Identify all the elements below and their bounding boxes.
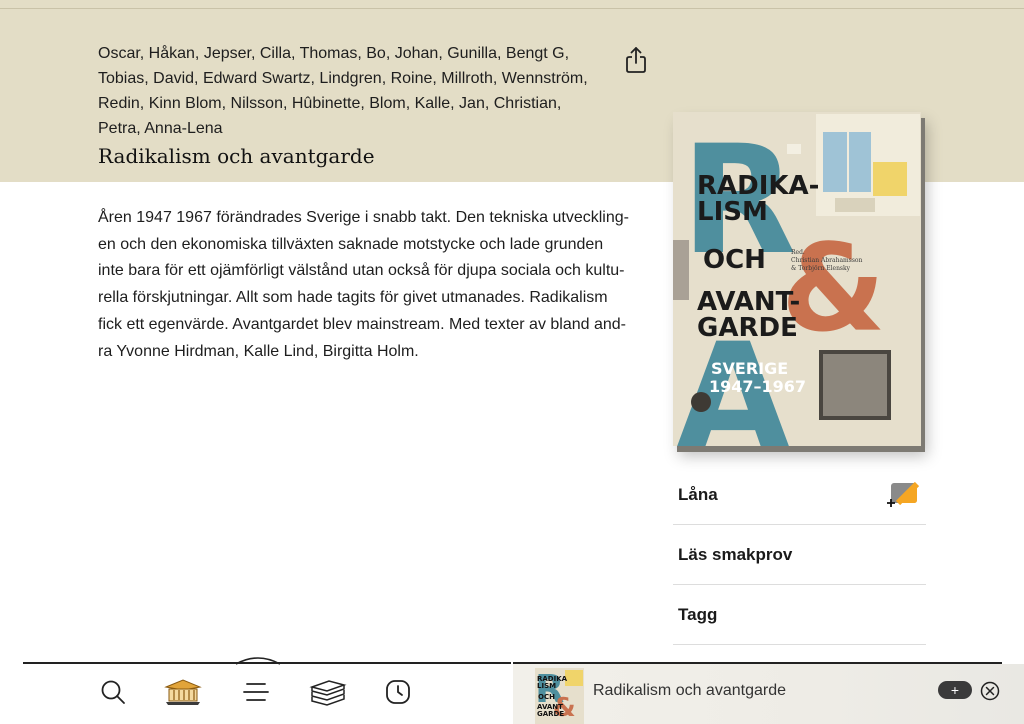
close-icon (980, 681, 1000, 701)
cover-title-line: LISM (697, 197, 768, 227)
description-line: ra Yvonne Hirdman, Kalle Lind, Birgitta … (98, 342, 419, 360)
mini-cover-line: LISM (537, 682, 556, 690)
search-icon (101, 680, 125, 704)
books-icon (309, 680, 347, 706)
description-line: inte bara för ett ojämförligt välstånd u… (98, 262, 625, 280)
mini-player-cover: R & RADIKA LISM OCH AVANT GARDE (535, 668, 584, 724)
cover-artwork: R & A RADIKA- LISM OCH AVANT- GARDE SVER… (673, 112, 921, 446)
tab-menu[interactable] (236, 672, 276, 712)
read-sample-button[interactable]: Läs smakprov (673, 525, 926, 585)
authors-line: Petra, Anna-Lena (98, 120, 223, 137)
cover-subtitle-line: SVERIGE (711, 359, 788, 378)
tab-library[interactable] (163, 672, 203, 712)
tag-label: Tagg (678, 604, 718, 624)
menu-icon (243, 683, 269, 701)
mini-player-title: Radikalism och avantgarde (593, 682, 786, 699)
authors-line: Tobias, David, Edward Swartz, Lindgren, … (98, 70, 588, 87)
mini-cover-line: OCH (538, 693, 555, 701)
header-top-divider (0, 8, 1024, 9)
cover-editors-line: Red. (791, 249, 805, 256)
tab-history[interactable] (378, 672, 418, 712)
tag-button[interactable]: Tagg (673, 585, 926, 645)
cover-title-line: GARDE (697, 313, 798, 343)
share-button[interactable] (624, 46, 648, 74)
mini-player[interactable]: R & RADIKA LISM OCH AVANT GARDE Radikali… (513, 664, 1024, 724)
description-line: Åren 1947 1967 förändrades Sverige i sna… (98, 209, 629, 226)
library-icon (164, 679, 202, 705)
borrow-icon (886, 481, 920, 509)
read-sample-label: Läs smakprov (678, 544, 793, 564)
tab-books[interactable] (308, 672, 348, 712)
tab-search[interactable] (93, 672, 133, 712)
book-title: Radikalism och avantgarde (98, 144, 375, 168)
description-line: fick ett egenvärde. Avantgardet blev mai… (98, 315, 626, 333)
cover-title-line: OCH (703, 245, 766, 275)
add-button[interactable]: + (938, 681, 972, 699)
book-cover[interactable]: R & A RADIKA- LISM OCH AVANT- GARDE SVER… (673, 112, 921, 446)
action-list: Låna Läs smakprov Tagg (673, 466, 926, 645)
cover-subtitle-line: 1947–1967 (709, 377, 806, 396)
borrow-button[interactable]: Låna (673, 466, 926, 525)
share-icon (626, 47, 646, 73)
authors-list: Oscar, Håkan, Jepser, Cilla, Thomas, Bo,… (98, 41, 618, 141)
book-description: Åren 1947 1967 förändrades Sverige i sna… (98, 205, 653, 365)
description-line: en och den ekonomiska tillväxten saknade… (98, 235, 604, 253)
authors-line: Oscar, Håkan, Jepser, Cilla, Thomas, Bo,… (98, 45, 570, 62)
history-icon (386, 680, 410, 704)
authors-line: Redin, Kinn Blom, Nilsson, Hûbinette, Bl… (98, 95, 562, 112)
borrow-label: Låna (678, 485, 718, 504)
close-button[interactable] (980, 681, 1000, 701)
tab-bar (23, 664, 511, 724)
cover-editors-line: Christian Abrahamsson (791, 257, 863, 264)
description-line: rella förskjutningar. Allt som hade tagi… (98, 289, 608, 307)
mini-cover-line: GARDE (537, 710, 564, 718)
cover-editors-line: & Torbjörn Elensky (791, 265, 851, 272)
